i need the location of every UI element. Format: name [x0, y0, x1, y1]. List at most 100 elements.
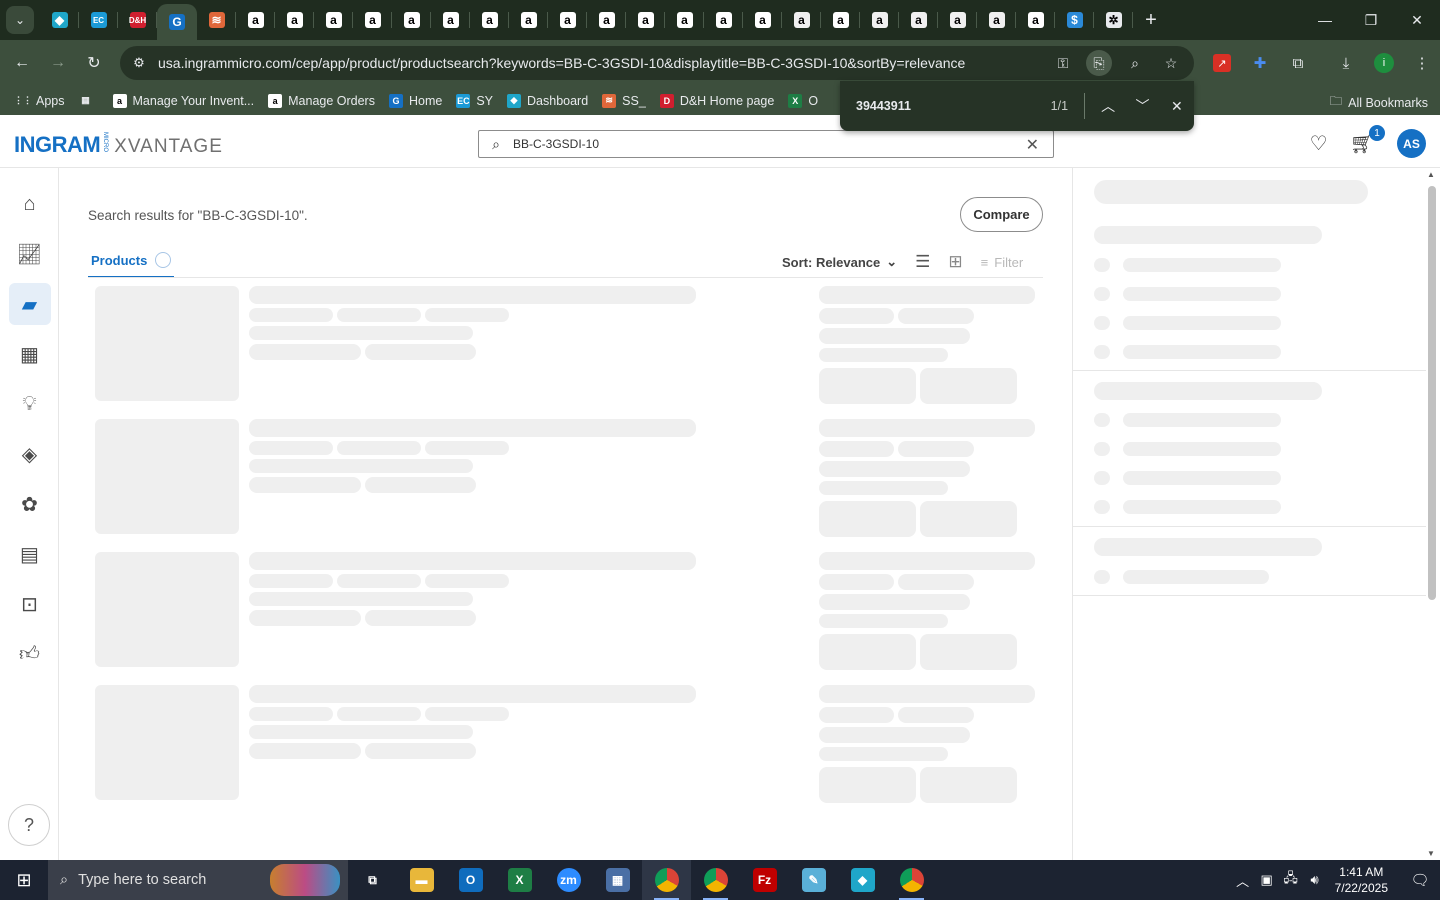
browser-tab[interactable]: a — [860, 0, 899, 40]
user-avatar[interactable]: AS — [1397, 129, 1426, 158]
browser-tab[interactable]: a — [977, 0, 1016, 40]
bookmark-item[interactable]: ▦ — [79, 94, 99, 108]
download-icon[interactable]: ⤓ — [1328, 45, 1364, 81]
profile-icon[interactable]: i — [1366, 45, 1402, 81]
all-bookmarks-button[interactable]: 🗀 All Bookmarks — [1330, 92, 1428, 113]
taskbar-excel[interactable]: X — [495, 860, 544, 900]
cart-icon[interactable]: 🛒︎ 1 — [1350, 125, 1385, 156]
browser-tab[interactable]: a — [314, 0, 353, 40]
browser-tab[interactable]: a — [236, 0, 275, 40]
forward-button[interactable]: → — [40, 45, 76, 81]
browser-tab[interactable]: a — [899, 0, 938, 40]
find-previous-button[interactable]: ︿ — [1091, 88, 1125, 124]
bookmark-item[interactable]: ⋮⋮ Apps — [14, 94, 65, 108]
scrollbar-thumb[interactable] — [1428, 186, 1436, 600]
browser-tab[interactable]: a — [938, 0, 977, 40]
start-button[interactable]: ⊞ — [0, 860, 48, 900]
bookmark-item[interactable]: D D&H Home page — [659, 93, 774, 108]
reload-button[interactable]: ↻ — [76, 45, 112, 81]
taskbar-clock[interactable]: 1:41 AM 7/22/2025 — [1335, 864, 1388, 896]
password-key-icon[interactable]: ⚿ — [1050, 50, 1076, 76]
taskbar-calculator[interactable]: ▦ — [593, 860, 642, 900]
browser-tab[interactable]: a — [821, 0, 860, 40]
browser-tab[interactable]: ◆ — [40, 0, 79, 40]
taskbar-chrome-profile[interactable] — [691, 860, 740, 900]
scroll-up-arrow[interactable]: ▲ — [1427, 170, 1435, 179]
nav-orders[interactable]: ⊡ — [0, 579, 59, 629]
bookmark-item[interactable]: ◆ Dashboard — [507, 93, 588, 108]
browser-tab[interactable]: a — [782, 0, 821, 40]
browser-menu-icon[interactable]: ⋮ — [1404, 45, 1440, 81]
browser-tab[interactable]: a — [275, 0, 314, 40]
minimize-button[interactable]: — — [1302, 0, 1348, 40]
find-next-button[interactable]: ﹀ — [1125, 88, 1159, 124]
filter-button[interactable]: ≡ Filter — [981, 255, 1023, 270]
restore-button[interactable]: ❐ — [1348, 0, 1394, 40]
extensions-icon[interactable]: ⧉ — [1280, 45, 1316, 81]
find-in-page-icon[interactable]: ⎘ — [1086, 50, 1112, 76]
page-scrollbar[interactable]: ▲ ▼ — [1426, 168, 1440, 860]
tab-products[interactable]: Products — [88, 244, 175, 278]
browser-tab[interactable]: a — [353, 0, 392, 40]
favorites-heart-icon[interactable]: ♡ — [1310, 131, 1328, 156]
browser-tab[interactable]: a — [1016, 0, 1055, 40]
nav-ideas[interactable]: 💡︎ — [0, 379, 59, 429]
ingram-logo[interactable]: INGRAM MICRO XVANTAGE — [14, 132, 223, 158]
browser-tab[interactable]: $ — [1055, 0, 1094, 40]
compare-button[interactable]: Compare — [960, 197, 1043, 232]
nav-warehouse[interactable]: ▦ — [0, 329, 59, 379]
back-button[interactable]: ← — [4, 45, 40, 81]
browser-tab[interactable]: G — [157, 4, 197, 40]
site-info-icon[interactable]: ⚙ — [124, 55, 154, 71]
meet-now-icon[interactable]: ▣ — [1255, 872, 1279, 888]
browser-tab[interactable]: a — [665, 0, 704, 40]
bookmark-item[interactable]: G Home — [388, 93, 442, 108]
nav-home[interactable]: ⌂ — [0, 179, 59, 229]
clear-search-icon[interactable]: ✕ — [1026, 135, 1039, 155]
nav-products[interactable]: ▰ — [0, 279, 59, 329]
browser-tab[interactable]: a — [509, 0, 548, 40]
taskbar-file-explorer[interactable]: ▬ — [397, 860, 446, 900]
zoom-icon[interactable]: ⌕ — [1122, 50, 1148, 76]
browser-tab[interactable]: a — [587, 0, 626, 40]
taskbar-zoom[interactable]: zm — [544, 860, 593, 900]
taskbar-outlook[interactable]: O — [446, 860, 495, 900]
notification-center-icon[interactable]: 🗨︎ — [1400, 860, 1440, 900]
list-view-icon[interactable]: ☰ — [915, 252, 930, 272]
product-search-input[interactable]: ⌕ BB-C-3GSDI-10 ✕ — [478, 130, 1054, 158]
tab-search-button[interactable]: ⌄ — [6, 6, 34, 34]
find-close-button[interactable]: ✕ — [1160, 88, 1194, 124]
url-text[interactable]: usa.ingrammicro.com/cep/app/product/prod… — [158, 55, 965, 71]
browser-tab[interactable]: a — [431, 0, 470, 40]
help-button[interactable]: ? — [8, 804, 50, 846]
task-view-button[interactable]: ⧉ — [348, 860, 397, 900]
bookmark-item[interactable]: EC SY — [456, 93, 493, 108]
taskbar-chrome[interactable] — [642, 860, 691, 900]
network-icon[interactable]: 🖧︎ — [1279, 869, 1303, 891]
bookmark-star-icon[interactable]: ☆ — [1158, 50, 1184, 76]
new-tab-button[interactable]: + — [1137, 6, 1165, 34]
browser-tab[interactable]: a — [743, 0, 782, 40]
nav-calendar[interactable]: ▤ — [0, 529, 59, 579]
browser-tab[interactable]: ≋ — [197, 0, 236, 40]
browser-tab[interactable]: ✲ — [1094, 0, 1133, 40]
taskbar-search[interactable]: ⌕ Type here to search — [48, 860, 348, 900]
bookmark-item[interactable]: ≋ SS_ — [602, 93, 646, 108]
bookmark-item[interactable]: a Manage Your Invent... — [112, 93, 254, 108]
nav-support[interactable]: ✿ — [0, 479, 59, 529]
search-value[interactable]: BB-C-3GSDI-10 — [513, 137, 599, 151]
taskbar-filezilla[interactable]: Fz — [740, 860, 789, 900]
find-input[interactable]: 39443911 — [856, 99, 1018, 113]
address-bar[interactable]: ⚙ usa.ingrammicro.com/cep/app/product/pr… — [120, 46, 1194, 80]
nav-analytics[interactable]: 📈︎ — [0, 229, 59, 279]
browser-tab[interactable]: a — [626, 0, 665, 40]
browser-tab[interactable]: EC — [79, 0, 118, 40]
bookmark-item[interactable]: XO — [788, 93, 818, 108]
pdf-extension-icon[interactable]: ↗ — [1204, 45, 1240, 81]
nav-recommendations[interactable]: 👍︎ — [0, 629, 59, 679]
taskbar-chrome-alt[interactable] — [887, 860, 936, 900]
browser-tab[interactable]: a — [548, 0, 587, 40]
nav-layers[interactable]: ◈ — [0, 429, 59, 479]
sort-dropdown[interactable]: Sort: Relevance ⌄ — [782, 254, 897, 270]
close-window-button[interactable]: ✕ — [1394, 0, 1440, 40]
